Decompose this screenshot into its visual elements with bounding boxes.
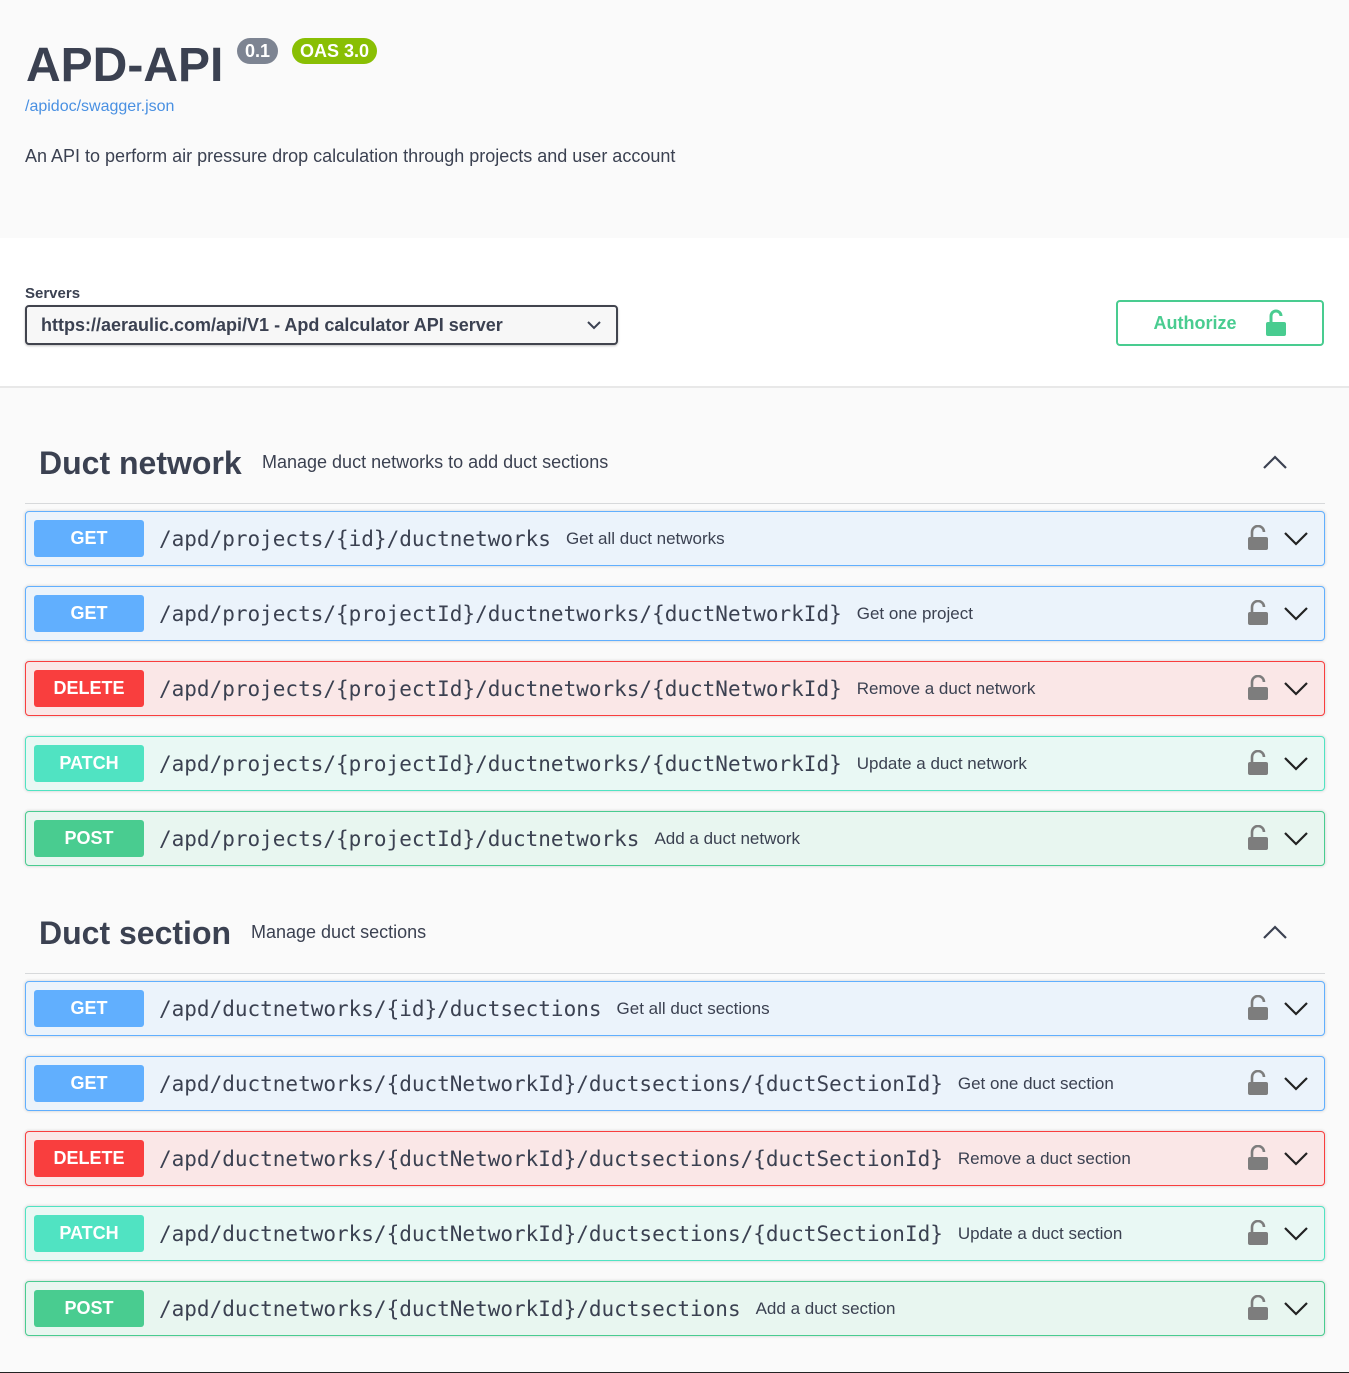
version-badge: 0.1 [237,38,279,64]
operation-summary: Update a duct network [856,753,1027,773]
chevron-down-icon[interactable] [1282,998,1310,1018]
method-badge: GET [34,520,144,557]
method-badge: DELETE [34,1140,144,1177]
operation-summary: Remove a duct section [957,1148,1131,1168]
chevron-down-icon[interactable] [1282,1298,1310,1318]
servers-label: Servers [25,285,81,302]
method-badge: GET [34,595,144,632]
lock-icon[interactable] [1247,825,1269,851]
operation-summary: Add a duct network [654,828,800,848]
chevron-down-icon[interactable] [1282,1148,1310,1168]
operation-path: /apd/ductnetworks/{id}/ductsections [159,996,602,1021]
chevron-down-icon[interactable] [1282,528,1310,548]
operation-row[interactable]: DELETE/apd/projects/{projectId}/ductnetw… [25,661,1325,716]
api-description: An API to perform air pressure drop calc… [25,146,676,166]
method-badge: PATCH [34,1215,144,1252]
lock-icon[interactable] [1247,525,1269,551]
tag-description: Manage duct sections [251,922,427,942]
tag-name: Duct section [39,915,232,951]
method-badge: POST [34,820,144,857]
oas-badge: OAS 3.0 [292,38,378,64]
operation-path: /apd/projects/{projectId}/ductnetworks/{… [159,751,842,776]
spec-link[interactable]: /apidoc/swagger.json [25,98,174,116]
lock-icon[interactable] [1247,1070,1269,1096]
server-select[interactable]: https://aeraulic.com/api/V1 - Apd calcul… [25,305,618,345]
operation-row[interactable]: PATCH/apd/projects/{projectId}/ductnetwo… [25,736,1325,791]
operation-summary-line[interactable]: /apd/projects/{projectId}/ductnetworks/{… [159,662,1035,715]
lock-icon[interactable] [1247,750,1269,776]
lock-icon[interactable] [1247,1220,1269,1246]
operation-path: /apd/ductnetworks/{ductNetworkId}/ductse… [159,1296,741,1321]
lock-icon[interactable] [1247,1145,1269,1171]
chevron-down-icon[interactable] [1282,1073,1310,1093]
api-title: APD-API [26,39,224,92]
operation-summary: Get all duct networks [565,528,725,548]
operation-row[interactable]: POST/apd/projects/{projectId}/ductnetwor… [25,811,1325,866]
lock-icon[interactable] [1247,675,1269,701]
operation-summary-line[interactable]: /apd/ductnetworks/{id}/ductsections Get a… [159,982,770,1035]
chevron-down-icon [587,321,601,330]
operation-row[interactable]: POST/apd/ductnetworks/{ductNetworkId}/du… [25,1281,1325,1336]
operation-summary-line[interactable]: /apd/ductnetworks/{ductNetworkId}/ductse… [159,1282,895,1335]
chevron-up-icon[interactable] [1261,452,1289,472]
tag-name: Duct network [39,445,242,481]
operation-summary-line[interactable]: /apd/ductnetworks/{ductNetworkId}/ductse… [159,1207,1122,1260]
operation-row[interactable]: GET/apd/ductnetworks/{id}/ductsections Ge… [25,981,1325,1036]
lock-icon[interactable] [1247,600,1269,626]
operation-summary-line[interactable]: /apd/ductnetworks/{ductNetworkId}/ductse… [159,1057,1114,1110]
tag-header-duct-network[interactable]: Duct network Manage duct networks to add … [25,408,1325,504]
chevron-down-icon[interactable] [1282,753,1310,773]
operation-path: /apd/ductnetworks/{ductNetworkId}/ductse… [159,1221,943,1246]
operation-path: /apd/projects/{projectId}/ductnetworks [159,826,640,851]
operation-row[interactable]: DELETE/apd/ductnetworks/{ductNetworkId}/… [25,1131,1325,1186]
method-badge: DELETE [34,670,144,707]
tag-header-duct-section[interactable]: Duct section Manage duct sections [25,878,1325,974]
operation-summary: Add a duct section [755,1298,896,1318]
chevron-up-icon[interactable] [1261,922,1289,942]
operation-path: /apd/ductnetworks/{ductNetworkId}/ductse… [159,1146,943,1171]
chevron-down-icon[interactable] [1282,1223,1310,1243]
operation-summary-line[interactable]: /apd/projects/{projectId}/ductnetworks Ad… [159,812,800,865]
operation-summary: Remove a duct network [856,678,1036,698]
operation-summary-line[interactable]: /apd/projects/{projectId}/ductnetworks/{… [159,737,1027,790]
operation-summary: Get one project [856,603,973,623]
operation-path: /apd/projects/{id}/ductnetworks [159,526,551,551]
scheme-container: Servers https://aeraulic.com/api/V1 - Ap… [0,238,1349,388]
operation-row[interactable]: PATCH/apd/ductnetworks/{ductNetworkId}/d… [25,1206,1325,1261]
operation-row[interactable]: GET/apd/projects/{projectId}/ductnetwork… [25,586,1325,641]
operation-path: /apd/projects/{projectId}/ductnetworks/{… [159,601,842,626]
operation-path: /apd/projects/{projectId}/ductnetworks/{… [159,676,842,701]
info-section: APD-API 0.1 OAS 3.0 /apidoc/swagger.json… [0,0,1349,238]
method-badge: PATCH [34,745,144,782]
operation-summary-line[interactable]: /apd/projects/{id}/ductnetworks Get all d… [159,512,725,565]
chevron-down-icon[interactable] [1282,603,1310,623]
operation-summary-line[interactable]: /apd/projects/{projectId}/ductnetworks/{… [159,587,973,640]
lock-icon[interactable] [1247,995,1269,1021]
method-badge: GET [34,990,144,1027]
server-select-value: https://aeraulic.com/api/V1 - Apd calcul… [41,314,503,335]
operation-row[interactable]: GET/apd/projects/{id}/ductnetworks Get al… [25,511,1325,566]
chevron-down-icon[interactable] [1282,678,1310,698]
operation-row[interactable]: GET/apd/ductnetworks/{ductNetworkId}/duc… [25,1056,1325,1111]
authorize-button[interactable]: Authorize [1116,300,1324,346]
tag-description: Manage duct networks to add duct section… [262,452,609,472]
method-badge: POST [34,1290,144,1327]
authorize-label: Authorize [1153,312,1237,333]
unlocked-icon [1265,309,1286,336]
operation-summary: Update a duct section [957,1223,1123,1243]
operation-summary: Get one duct section [957,1073,1114,1093]
operation-summary: Get all duct sections [616,998,770,1018]
operation-path: /apd/ductnetworks/{ductNetworkId}/ductse… [159,1071,943,1096]
chevron-down-icon[interactable] [1282,828,1310,848]
lock-icon[interactable] [1247,1295,1269,1321]
operation-summary-line[interactable]: /apd/ductnetworks/{ductNetworkId}/ductse… [159,1132,1131,1185]
method-badge: GET [34,1065,144,1102]
